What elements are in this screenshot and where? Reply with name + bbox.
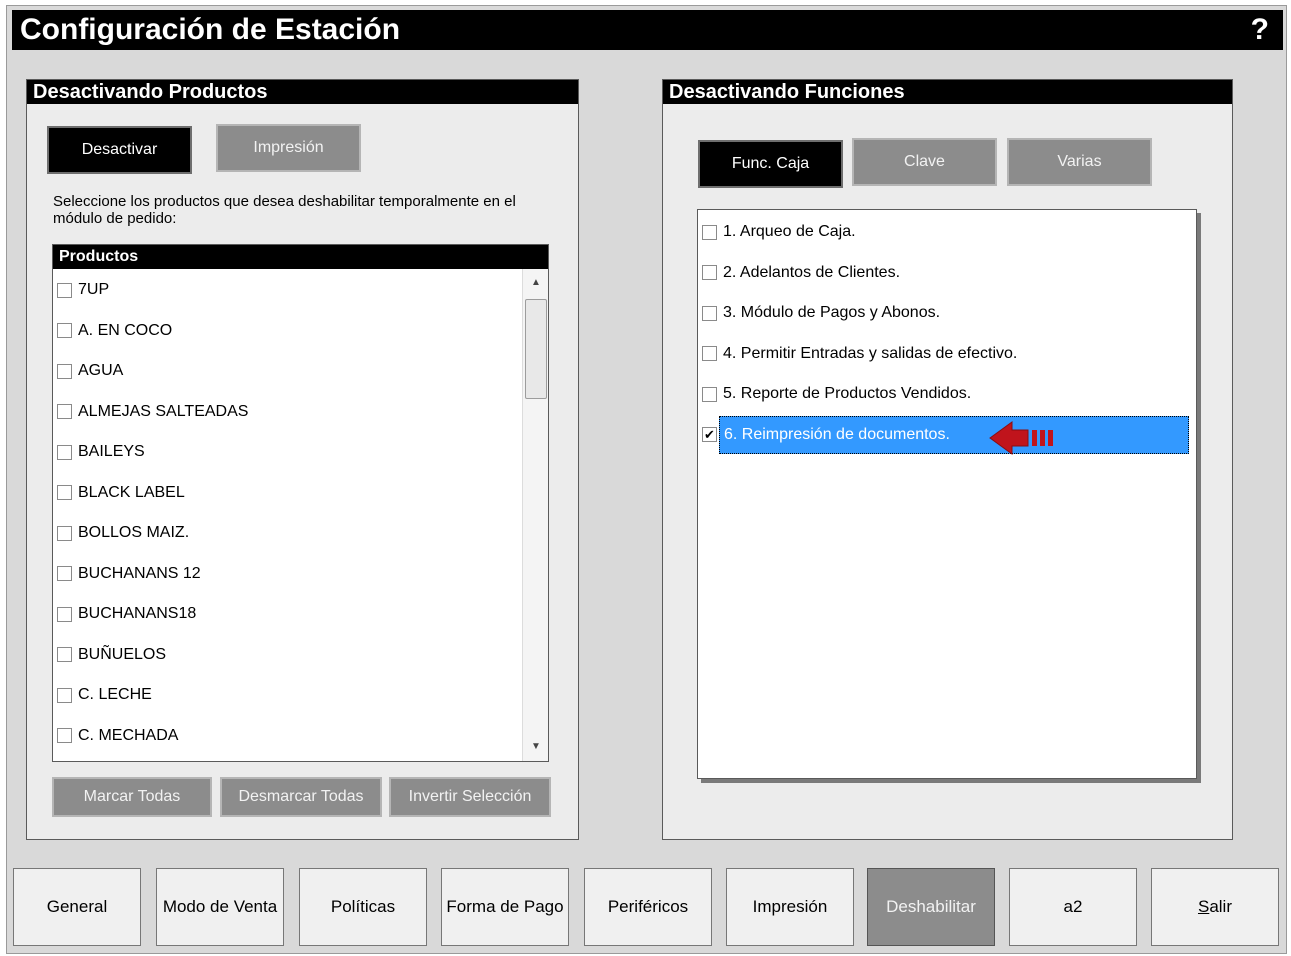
scroll-up-icon[interactable]: ▲ bbox=[523, 273, 548, 293]
products-panel-header: Desactivando Productos bbox=[27, 80, 578, 104]
product-label: ALMEJAS SALTEADAS bbox=[78, 402, 249, 420]
function-label: 6. Reimpresión de documentos. bbox=[719, 415, 1189, 454]
nav-forma-pago-button[interactable]: Forma de Pago bbox=[441, 868, 569, 946]
mark-all-button[interactable]: Marcar Todas bbox=[52, 777, 212, 817]
nav-salir-button[interactable]: Salir bbox=[1151, 868, 1279, 946]
product-row[interactable]: AGUA bbox=[57, 356, 123, 386]
salir-rest: alir bbox=[1209, 897, 1232, 916]
product-label: BLACK LABEL bbox=[78, 483, 185, 501]
product-label: C. MECHADA bbox=[78, 726, 179, 744]
nav-politicas-button[interactable]: Políticas bbox=[299, 868, 427, 946]
window-title: Configuración de Estación bbox=[20, 13, 401, 46]
products-list[interactable]: Productos 7UP A. EN COCO AGUA ALMEJAS SALTE… bbox=[52, 244, 549, 762]
checkbox-icon[interactable] bbox=[57, 323, 72, 338]
tab-impresion[interactable]: Impresión bbox=[216, 124, 361, 172]
product-row[interactable]: BLACK LABEL bbox=[57, 478, 185, 508]
checkbox-icon[interactable] bbox=[57, 566, 72, 581]
tab-clave[interactable]: Clave bbox=[852, 138, 997, 186]
function-label: 1. Arqueo de Caja. bbox=[723, 223, 856, 240]
unmark-all-button[interactable]: Desmarcar Todas bbox=[220, 777, 382, 817]
function-label: 4. Permitir Entradas y salidas de efecti… bbox=[723, 344, 1018, 362]
checkbox-icon[interactable] bbox=[702, 224, 717, 240]
products-list-header: Productos bbox=[53, 245, 548, 269]
nav-deshabilitar-button[interactable]: Deshabilitar bbox=[867, 868, 995, 946]
checkbox-icon[interactable] bbox=[702, 305, 717, 321]
checkbox-icon[interactable] bbox=[57, 728, 72, 743]
function-label: 3. Módulo de Pagos y Abonos. bbox=[723, 304, 941, 321]
product-row[interactable]: C. LECHE bbox=[57, 680, 152, 710]
function-row[interactable]: 4. Permitir Entradas y salidas de efecti… bbox=[702, 339, 1017, 369]
product-row[interactable]: A. EN COCO bbox=[57, 316, 172, 346]
functions-panel-header: Desactivando Funciones bbox=[663, 80, 1232, 104]
product-label: C. LECHE bbox=[78, 686, 152, 703]
checkbox-icon[interactable] bbox=[57, 485, 72, 500]
checkbox-icon[interactable] bbox=[702, 346, 717, 361]
function-row[interactable]: 1. Arqueo de Caja. bbox=[702, 217, 856, 247]
product-row[interactable]: 7UP bbox=[57, 275, 109, 305]
products-panel: Desactivando Productos Desactivar Impres… bbox=[26, 79, 579, 840]
product-row[interactable]: BOLLOS MAIZ. bbox=[57, 518, 189, 548]
title-bar: Configuración de Estación ? bbox=[12, 10, 1283, 50]
checkbox-icon[interactable] bbox=[57, 687, 72, 703]
checkbox-icon[interactable] bbox=[57, 444, 72, 460]
scroll-thumb[interactable] bbox=[525, 299, 547, 399]
tab-desactivar[interactable]: Desactivar bbox=[47, 126, 192, 174]
checkbox-icon[interactable] bbox=[57, 606, 72, 622]
products-scrollbar[interactable]: ▲ ▼ bbox=[522, 269, 548, 761]
nav-a2-button[interactable]: a2 bbox=[1009, 868, 1137, 946]
checkbox-icon[interactable] bbox=[702, 386, 717, 402]
checkbox-icon[interactable]: ✔ bbox=[702, 427, 717, 442]
product-row[interactable]: BUCHANANS 12 bbox=[57, 559, 201, 589]
product-label: BAILEYS bbox=[78, 443, 145, 460]
nav-modo-venta-button[interactable]: Modo de Venta bbox=[156, 868, 284, 946]
nav-impresion-button[interactable]: Impresión bbox=[726, 868, 854, 946]
function-row[interactable]: ✔ 6. Reimpresión de documentos. bbox=[702, 415, 1189, 454]
product-row[interactable]: ALMEJAS SALTEADAS bbox=[57, 397, 248, 427]
function-label: 5. Reporte de Productos Vendidos. bbox=[723, 385, 972, 402]
checkbox-icon[interactable] bbox=[57, 404, 72, 419]
invert-selection-button[interactable]: Invertir Selección bbox=[389, 777, 551, 817]
scroll-down-icon[interactable]: ▼ bbox=[523, 737, 548, 757]
function-row[interactable]: 5. Reporte de Productos Vendidos. bbox=[702, 379, 971, 409]
station-config-window: Configuración de Estación ? Desactivando… bbox=[6, 5, 1287, 954]
tab-varias[interactable]: Varias bbox=[1007, 138, 1152, 186]
product-row[interactable]: BUCHANANS18 bbox=[57, 599, 196, 629]
function-label: 2. Adelantos de Clientes. bbox=[723, 263, 901, 281]
product-label: BUÑUELOS bbox=[78, 645, 167, 663]
product-row[interactable]: BAILEYS bbox=[57, 437, 145, 467]
product-label: BOLLOS MAIZ. bbox=[78, 524, 190, 541]
product-row[interactable]: BUÑUELOS bbox=[57, 640, 166, 670]
checkbox-icon[interactable] bbox=[57, 525, 72, 541]
product-label: 7UP bbox=[78, 281, 110, 298]
function-row[interactable]: 2. Adelantos de Clientes. bbox=[702, 258, 900, 288]
salir-accel: S bbox=[1197, 897, 1210, 916]
product-label: A. EN COCO bbox=[78, 321, 173, 339]
functions-panel: Desactivando Funciones Func. Caja Clave … bbox=[662, 79, 1233, 840]
product-label: AGUA bbox=[78, 362, 124, 379]
nav-general-button[interactable]: General bbox=[13, 868, 141, 946]
product-label: BUCHANANS18 bbox=[78, 605, 197, 622]
checkbox-icon[interactable] bbox=[702, 265, 717, 280]
nav-perifericos-button[interactable]: Periféricos bbox=[584, 868, 712, 946]
checkbox-icon[interactable] bbox=[57, 282, 72, 298]
function-row[interactable]: 3. Módulo de Pagos y Abonos. bbox=[702, 298, 940, 328]
red-arrow-icon bbox=[989, 421, 1053, 455]
checkbox-icon[interactable] bbox=[57, 647, 72, 662]
tab-func-caja[interactable]: Func. Caja bbox=[698, 140, 843, 188]
product-row[interactable]: C. MECHADA bbox=[57, 721, 178, 751]
checkbox-icon[interactable] bbox=[57, 363, 72, 379]
functions-list[interactable]: 1. Arqueo de Caja. 2. Adelantos de Client… bbox=[697, 209, 1197, 779]
help-icon[interactable]: ? bbox=[1251, 12, 1269, 48]
product-label: BUCHANANS 12 bbox=[78, 564, 201, 582]
products-description: Seleccione los productos que desea desha… bbox=[53, 193, 516, 227]
